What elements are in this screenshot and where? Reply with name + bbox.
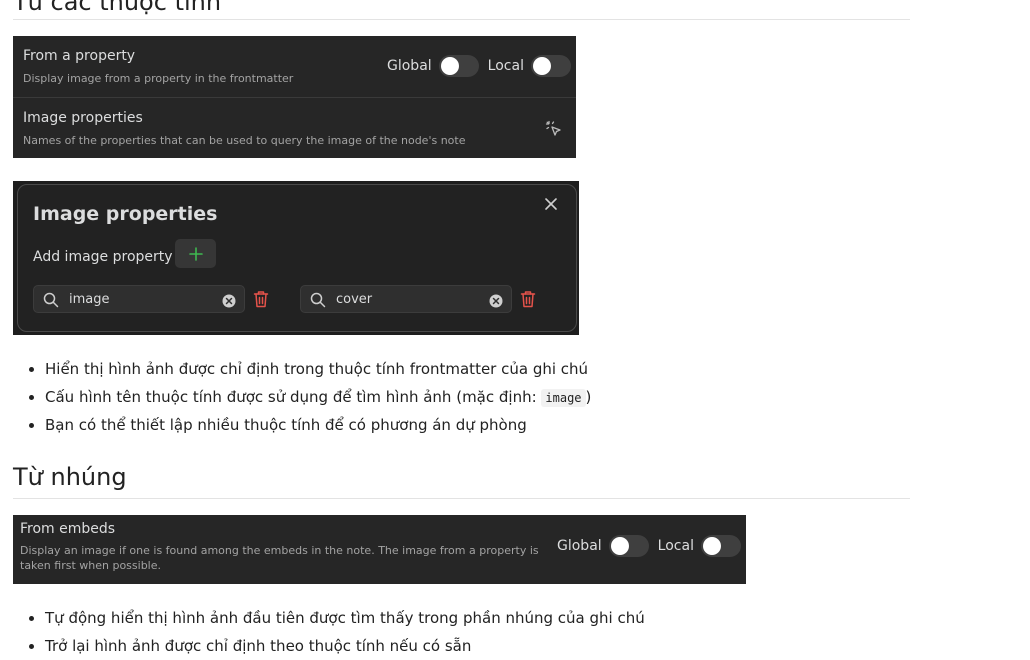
list-item: Cấu hình tên thuộc tính được sử dụng để … <box>45 383 591 411</box>
search-icon <box>310 292 326 312</box>
plus-icon <box>188 246 203 261</box>
toggle-group: Global Local <box>557 535 741 557</box>
local-toggle[interactable] <box>700 535 741 557</box>
search-icon <box>43 292 59 312</box>
bullet-list-properties: Hiển thị hình ảnh được chỉ định trong th… <box>13 355 591 439</box>
local-label: Local <box>487 58 524 74</box>
local-toggle[interactable] <box>530 55 571 77</box>
inline-code: image <box>541 389 586 407</box>
cursor-click-icon[interactable] <box>545 120 563 142</box>
settings-panel-properties: From a property Display image from a pro… <box>13 36 576 158</box>
bullet-list-embeds: Tự động hiển thị hình ảnh đầu tiên được … <box>13 604 645 660</box>
setting-image-properties: Image properties Names of the properties… <box>13 98 576 158</box>
setting-from-property: From a property Display image from a pro… <box>13 36 576 97</box>
list-item: Bạn có thể thiết lập nhiều thuộc tính để… <box>45 411 591 439</box>
list-item: Trở lại hình ảnh được chỉ định theo thuộ… <box>45 632 645 660</box>
clear-icon[interactable] <box>489 293 503 312</box>
modal-title: Image properties <box>33 203 218 225</box>
property-field <box>33 285 245 313</box>
setting-name: From a property <box>23 48 136 64</box>
global-label: Global <box>557 538 602 554</box>
list-item-text: ) <box>585 388 592 406</box>
list-item-text: Cấu hình tên thuộc tính được sử dụng để … <box>45 388 542 406</box>
setting-name: From embeds <box>20 521 116 537</box>
setting-name: Image properties <box>23 110 143 126</box>
local-label: Local <box>657 538 694 554</box>
property-field <box>300 285 512 313</box>
clear-icon[interactable] <box>222 293 236 312</box>
close-icon[interactable] <box>542 195 560 213</box>
toggle-knob <box>440 57 459 75</box>
trash-icon[interactable] <box>520 290 536 312</box>
toggle-knob <box>532 57 551 75</box>
heading-divider <box>13 19 910 20</box>
setting-description: Display image from a property in the fro… <box>23 72 294 85</box>
setting-description: taken first when possible. <box>20 559 161 572</box>
setting-from-embeds: From embeds Display an image if one is f… <box>13 515 746 584</box>
toggle-knob <box>610 537 629 555</box>
list-item: Hiển thị hình ảnh được chỉ định trong th… <box>45 355 591 383</box>
add-image-property-button[interactable] <box>175 239 216 268</box>
section-heading-embeds: Từ nhúng <box>13 463 127 491</box>
toggle-knob <box>702 537 721 555</box>
setting-description: Display an image if one is found among t… <box>20 544 539 557</box>
section-heading-properties: Từ các thuộc tính <box>13 0 222 16</box>
heading-divider <box>13 498 910 499</box>
settings-panel-embeds: From embeds Display an image if one is f… <box>13 515 746 584</box>
toggle-group: Global Local <box>387 55 571 77</box>
trash-icon[interactable] <box>253 290 269 312</box>
global-toggle[interactable] <box>438 55 479 77</box>
add-image-property-label: Add image property <box>33 249 173 265</box>
setting-description: Names of the properties that can be used… <box>23 134 466 147</box>
global-label: Global <box>387 58 432 74</box>
image-properties-modal: Image properties Add image property <box>17 184 577 332</box>
global-toggle[interactable] <box>608 535 649 557</box>
list-item: Tự động hiển thị hình ảnh đầu tiên được … <box>45 604 645 632</box>
property-input[interactable] <box>69 292 214 307</box>
property-input[interactable] <box>336 292 481 307</box>
